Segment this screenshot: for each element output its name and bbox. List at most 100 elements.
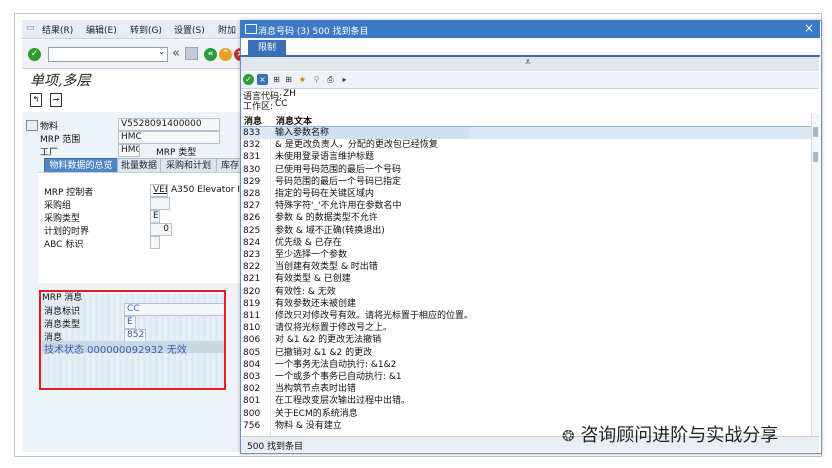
- table-row[interactable]: 828 指定的号码在关键区域内: [241, 188, 811, 200]
- table-row[interactable]: 824 优先级 & 已存在: [241, 237, 811, 249]
- more-icon[interactable]: ▸: [339, 74, 350, 85]
- table-row[interactable]: 822 当创建有效类型 & 时出错: [241, 261, 811, 273]
- table-row[interactable]: 803 一个或多个事务已自动执行: &1: [241, 371, 811, 383]
- menu-extras[interactable]: 附加: [218, 23, 236, 36]
- plan-time-field[interactable]: 0: [150, 223, 172, 236]
- back-icon[interactable]: «: [204, 48, 217, 61]
- msg-text: 已撤销对 &1 &2 的更改: [275, 347, 373, 358]
- material-field[interactable]: V5528091400000: [118, 118, 220, 131]
- confirm-icon[interactable]: ✓: [243, 74, 254, 85]
- msg-text: 当创建有效类型 & 时出错: [275, 262, 378, 273]
- table-row[interactable]: 800 关于ECM的系统消息: [241, 408, 811, 420]
- standard-toolbar: ✓ ⌄ « « ⌃ ×: [22, 40, 247, 69]
- msg-number: 832: [243, 140, 261, 151]
- msg-text: 对 &1 &2 的更改无法撤销: [275, 335, 382, 346]
- table-row[interactable]: 827 特殊字符'_'不允许用在参数名中: [241, 200, 811, 212]
- watermark-text: 咨询顾问进阶与实战分享: [580, 425, 779, 446]
- work-area-label: 工作区:: [243, 102, 274, 112]
- chevron-down-icon[interactable]: ⌄: [158, 47, 165, 56]
- status-text: 500 找到条目: [247, 442, 304, 452]
- table-row[interactable]: 832 & 是更改负责人，分配的更改包已经恢复: [241, 139, 811, 151]
- exit-icon[interactable]: ⌃: [219, 48, 232, 61]
- sort-icon[interactable]: ★: [297, 74, 308, 85]
- table-row[interactable]: 826 参数 & 的数据类型不允许: [241, 212, 811, 224]
- msg-text: 有效类型 & 已创建: [275, 274, 351, 285]
- dialog-title: 消息号码 (3) 500 找到条目: [258, 27, 369, 37]
- table-row[interactable]: 819 有效参数还未被创建: [241, 298, 811, 310]
- table-row[interactable]: 810 请仅将光标置于修改号之上。: [241, 322, 811, 334]
- expand-icon[interactable]: ⩡: [525, 57, 531, 68]
- plant-field[interactable]: HMC: [118, 144, 140, 157]
- close-icon[interactable]: ×: [804, 21, 814, 35]
- window-icon: [245, 24, 257, 34]
- msg-text: 优先级 & 已存在: [275, 237, 342, 248]
- msg-text: 一个或多个事务已自动执行: &1: [275, 372, 402, 382]
- scroll-marker[interactable]: [813, 152, 818, 162]
- mrp-controller-field[interactable]: VEE: [150, 184, 168, 197]
- menu-result[interactable]: 结果(R): [42, 23, 73, 36]
- abc-label: ABC 标识: [44, 240, 84, 250]
- tab-restriction[interactable]: 限制: [248, 40, 286, 56]
- msg-text: 指定的号码在关键区域内: [275, 189, 375, 199]
- msg-text: 有效性: & 无效: [275, 286, 336, 297]
- enter-icon[interactable]: ✓: [28, 48, 41, 61]
- table-row[interactable]: 820 有效性: & 无效: [241, 286, 811, 298]
- msg-text: 修改只对修改号有效。请将光标置于相应的位置。: [275, 311, 474, 321]
- proc-type-field[interactable]: E: [150, 210, 160, 223]
- menu-settings[interactable]: 设置(S): [174, 23, 205, 36]
- history-back-icon[interactable]: «: [172, 46, 180, 61]
- select-icon[interactable]: ×: [257, 74, 268, 85]
- command-field[interactable]: ⌄: [48, 47, 168, 62]
- save-icon[interactable]: [185, 47, 198, 60]
- msg-text: 已使用号码范围的最后一个号码: [275, 164, 402, 175]
- menu-goto[interactable]: 转到(G): [130, 23, 162, 36]
- find-icon[interactable]: ⊞: [271, 74, 282, 85]
- msg-number: 824: [243, 237, 261, 248]
- page-title: 单项,多层: [30, 73, 91, 89]
- import-icon[interactable]: →: [50, 93, 62, 107]
- table-row[interactable]: 831 未使用登录语言维护标题: [241, 151, 811, 163]
- scroll-thumb[interactable]: [813, 127, 818, 137]
- msg-text: 当构筑节点表时出错: [275, 384, 357, 395]
- table-row[interactable]: 804 一个事务无法自动执行: &1&2: [241, 359, 811, 371]
- table-row[interactable]: 811 修改只对修改号有效。请将光标置于相应的位置。: [241, 310, 811, 322]
- msg-text: & 是更改负责人，分配的更改包已经恢复: [275, 140, 438, 151]
- overview-panel: MRP 控制者 VEE A350 Elevator In 采购组 采购类型 E …: [38, 172, 246, 283]
- table-row[interactable]: 801 在工程改变层次输出过程中出错。: [241, 395, 811, 407]
- msg-text: 物料 & 没有建立: [275, 420, 342, 431]
- col-msg-header[interactable]: 消息: [244, 114, 262, 127]
- msg-number: 820: [243, 286, 261, 297]
- window-menu-icon[interactable]: ▭: [26, 23, 35, 33]
- msg-number: 800: [243, 408, 261, 419]
- export-icon[interactable]: ↰: [30, 93, 42, 107]
- table-row[interactable]: 802 当构筑节点表时出错: [241, 383, 811, 395]
- abc-field[interactable]: [150, 236, 160, 249]
- purch-group-field[interactable]: [150, 197, 170, 210]
- column-divider: [270, 126, 271, 436]
- msg-number: 823: [243, 250, 261, 260]
- col-text-header[interactable]: 消息文本: [276, 114, 312, 127]
- table-row[interactable]: 829 号码范围的最后一个号码已指定: [241, 176, 811, 188]
- find-next-icon[interactable]: ⊞: [283, 74, 294, 85]
- msg-number: 811: [243, 311, 261, 321]
- table-row[interactable]: 825 参数 & 域不正确(转换退出): [241, 225, 811, 237]
- filter-icon[interactable]: ⚲: [311, 74, 322, 85]
- print-icon[interactable]: ⎙: [325, 74, 336, 85]
- table-row[interactable]: 823 至少选择一个参数: [241, 249, 811, 261]
- msg-number: 756: [243, 420, 261, 431]
- table-row[interactable]: 805 已撤销对 &1 &2 的更改: [241, 347, 811, 359]
- dialog-toolbar: ✓ × ⊞ ⊞ ★ ⚲ ⎙ ▸: [241, 72, 819, 89]
- dialog-titlebar: 消息号码 (3) 500 找到条目 ×: [240, 20, 820, 38]
- highlight-box: [39, 290, 226, 390]
- table-row[interactable]: 806 对 &1 &2 的更改无法撤销: [241, 334, 811, 346]
- msg-text: 请仅将光标置于修改号之上。: [275, 323, 393, 334]
- work-area-value: CC: [275, 99, 288, 109]
- msg-number: 828: [243, 189, 261, 199]
- table-row[interactable]: 830 已使用号码范围的最后一个号码: [241, 164, 811, 176]
- table-row[interactable]: 821 有效类型 & 已创建: [241, 273, 811, 285]
- msg-number: 821: [243, 274, 261, 285]
- table-row[interactable]: 833 输入参数名称: [241, 127, 811, 139]
- mrp-area-field[interactable]: HMC: [118, 131, 220, 144]
- plant-label: 工厂: [40, 148, 59, 158]
- menu-edit[interactable]: 编辑(E): [86, 23, 117, 36]
